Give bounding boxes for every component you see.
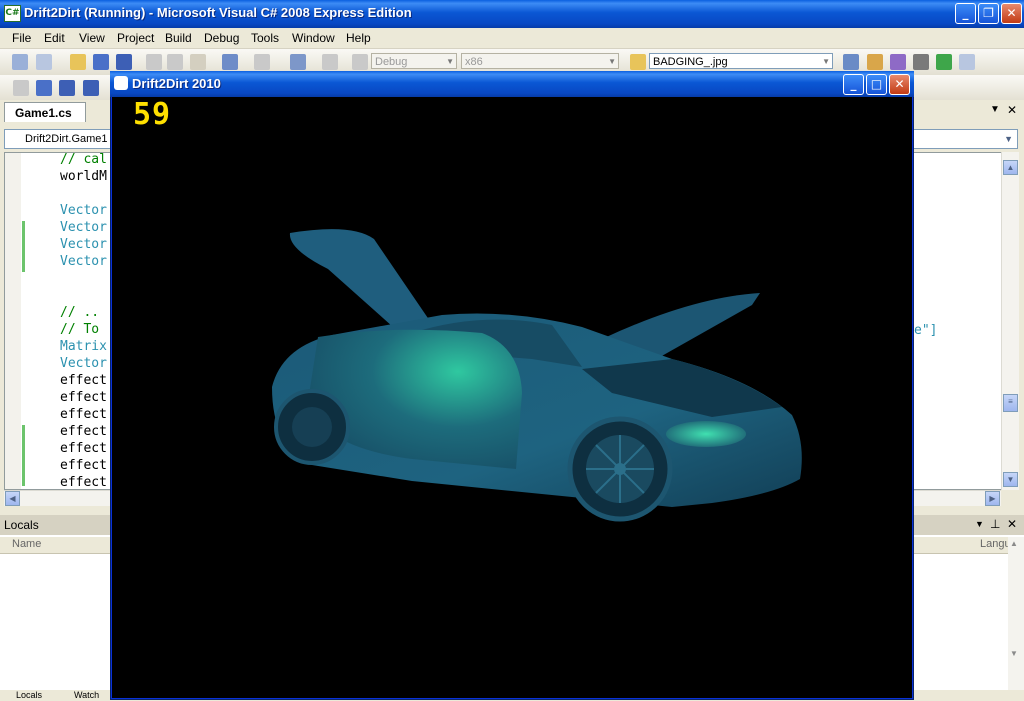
find-combo[interactable]: BADGING_.jpg ▼: [649, 53, 833, 69]
undo-icon[interactable]: [222, 54, 238, 70]
toolbox-icon[interactable]: [913, 54, 929, 70]
platform-dropdown[interactable]: x86 ▼: [461, 53, 619, 69]
solution-explorer-icon[interactable]: [843, 54, 859, 70]
scroll-up-icon[interactable]: ▲: [1010, 539, 1018, 548]
class-combo[interactable]: Drift2Dirt.Game1: [4, 129, 124, 149]
change-marker: [22, 425, 25, 486]
game-canvas[interactable]: [112, 97, 912, 698]
object-browser-icon[interactable]: [890, 54, 906, 70]
code-line[interactable]: // cal: [60, 152, 107, 167]
code-line[interactable]: worldM: [60, 169, 107, 184]
menu-help[interactable]: Help: [346, 31, 371, 45]
vs-title-bar: C# Drift2Dirt (Running) - Microsoft Visu…: [0, 0, 1024, 28]
scroll-up-icon[interactable]: ▲: [1003, 160, 1018, 175]
code-line[interactable]: effect: [60, 441, 107, 456]
open-file-icon[interactable]: [70, 54, 86, 70]
continue-icon[interactable]: [13, 80, 29, 96]
pause-icon[interactable]: [36, 80, 52, 96]
code-line[interactable]: Vector: [60, 220, 107, 235]
new-project-icon[interactable]: [12, 54, 28, 70]
game-maximize-button[interactable]: □: [866, 74, 887, 95]
cut-icon[interactable]: [146, 54, 162, 70]
redo-icon[interactable]: [254, 54, 270, 70]
code-line[interactable]: Vector: [60, 237, 107, 252]
navigate-forward-icon[interactable]: [322, 54, 338, 70]
menu-debug[interactable]: Debug: [204, 31, 239, 45]
game-minimize-button[interactable]: _: [843, 74, 864, 95]
menu-bar: File Edit View Project Build Debug Tools…: [0, 28, 1024, 49]
fps-counter: 59: [133, 97, 172, 132]
menu-window[interactable]: Window: [292, 31, 335, 45]
pane-menu-icon[interactable]: ▼: [975, 519, 984, 529]
car-render: [272, 229, 802, 522]
code-line[interactable]: Vector: [60, 254, 107, 269]
tab-watch[interactable]: Watch: [74, 691, 99, 700]
copy-icon[interactable]: [167, 54, 183, 70]
game-controller-icon: [114, 76, 128, 90]
menu-view[interactable]: View: [79, 31, 105, 45]
save-icon[interactable]: [93, 54, 109, 70]
restart-icon[interactable]: [83, 80, 99, 96]
code-fragment: e"]: [914, 323, 938, 338]
add-item-icon[interactable]: [36, 54, 52, 70]
game-close-button[interactable]: ✕: [889, 74, 910, 95]
restore-button[interactable]: ❐: [978, 3, 999, 24]
code-line[interactable]: // ..: [60, 305, 99, 320]
code-line[interactable]: effect: [60, 458, 107, 473]
column-type[interactable]: Langu: [980, 538, 1011, 550]
paste-icon[interactable]: [190, 54, 206, 70]
csharp-app-icon: C#: [4, 5, 21, 22]
chevron-down-icon: ▼: [1004, 134, 1013, 144]
vs-window-title: Drift2Dirt (Running) - Microsoft Visual …: [24, 5, 412, 20]
menu-project[interactable]: Project: [117, 31, 154, 45]
close-pane-icon[interactable]: ✕: [1007, 517, 1017, 531]
editor-vertical-scrollbar[interactable]: ▲ ≡ ▼: [1001, 152, 1019, 490]
column-name[interactable]: Name: [12, 538, 41, 550]
scroll-right-icon[interactable]: ▶: [985, 491, 1000, 506]
code-line[interactable]: effect: [60, 424, 107, 439]
game-window-title: Drift2Dirt 2010: [132, 76, 221, 91]
close-button[interactable]: ✕: [1001, 3, 1022, 24]
start-debug-icon[interactable]: [352, 54, 368, 70]
scroll-thumb[interactable]: ≡: [1003, 394, 1018, 412]
close-document-icon[interactable]: ✕: [1007, 103, 1017, 117]
code-line[interactable]: effect: [60, 373, 107, 388]
scroll-down-icon[interactable]: ▼: [1010, 649, 1018, 658]
locals-scrollbar[interactable]: ▲ ▼: [1008, 537, 1024, 690]
code-line[interactable]: effect: [60, 407, 107, 422]
minimize-button[interactable]: _: [955, 3, 976, 24]
menu-build[interactable]: Build: [165, 31, 192, 45]
menu-tools[interactable]: Tools: [251, 31, 279, 45]
code-line[interactable]: Vector: [60, 203, 107, 218]
code-line[interactable]: Vector: [60, 356, 107, 371]
navigate-icon[interactable]: [290, 54, 306, 70]
code-line[interactable]: Matrix: [60, 339, 107, 354]
tab-locals[interactable]: Locals: [16, 691, 42, 700]
change-marker: [22, 221, 25, 272]
properties-icon[interactable]: [867, 54, 883, 70]
start-page-icon[interactable]: [936, 54, 952, 70]
solution-config-dropdown[interactable]: Debug ▼: [371, 53, 457, 69]
stop-icon[interactable]: [59, 80, 75, 96]
code-line[interactable]: effect: [60, 390, 107, 405]
scroll-left-icon[interactable]: ◀: [5, 491, 20, 506]
menu-file[interactable]: File: [12, 31, 31, 45]
code-line[interactable]: // To: [60, 322, 99, 337]
more-tools-icon[interactable]: [959, 54, 975, 70]
game-title-bar[interactable]: Drift2Dirt 2010 _ □ ✕: [110, 71, 914, 97]
scroll-down-icon[interactable]: ▼: [1003, 472, 1018, 487]
tab-game1-cs[interactable]: Game1.cs: [4, 102, 86, 122]
active-files-dropdown-icon[interactable]: ▼: [990, 104, 1000, 115]
menu-edit[interactable]: Edit: [44, 31, 65, 45]
pin-icon[interactable]: ⊥: [990, 517, 1000, 531]
editor-gutter: [5, 153, 21, 489]
locals-title: Locals: [4, 518, 39, 532]
save-all-icon[interactable]: [116, 54, 132, 70]
code-line[interactable]: effect: [60, 475, 107, 490]
member-combo[interactable]: ▼: [900, 129, 1018, 149]
find-in-files-icon[interactable]: [630, 54, 646, 70]
